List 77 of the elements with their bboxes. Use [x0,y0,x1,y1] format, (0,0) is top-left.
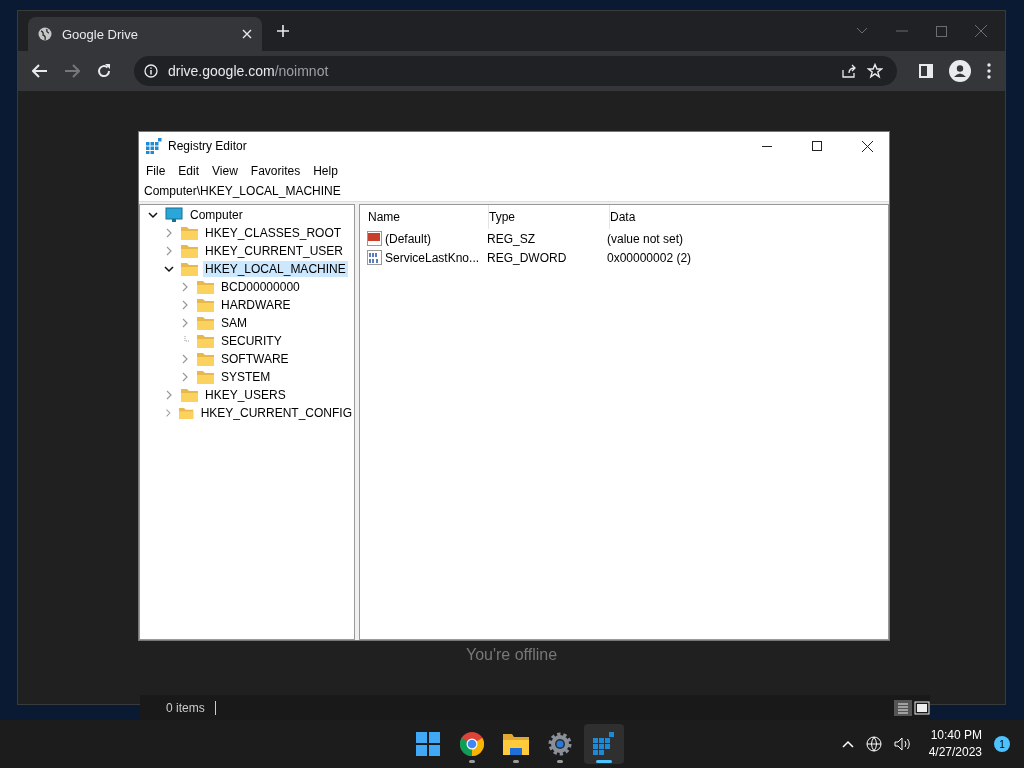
clock-time[interactable]: 10:40 PM [930,727,982,744]
tab-title: Google Drive [62,26,139,42]
menu-item[interactable]: View [212,164,238,178]
taskbar-app[interactable] [583,724,624,764]
forward-icon[interactable] [64,64,80,78]
folder-icon [181,244,198,258]
menu-item[interactable]: Edit [178,164,200,178]
status-text: 0 items [166,700,216,715]
value-data: 0x00000002 (2) [607,250,693,265]
new-tab-icon[interactable] [276,24,290,38]
folder-icon [502,733,529,755]
tree-item[interactable]: SAM [219,315,249,331]
tree-item[interactable]: SECURITY [219,333,284,349]
menu-item[interactable]: Favorites [250,164,301,178]
close-icon[interactable] [862,140,873,152]
notification-badge[interactable]: 1 [994,736,1010,752]
menu-item[interactable]: Help [313,164,338,178]
folder-icon [181,226,198,240]
side-panel-icon[interactable] [919,64,933,78]
expander-icon[interactable] [148,210,158,220]
folder-icon [181,388,198,402]
profile-icon[interactable] [949,60,971,82]
registry-icon [592,732,615,756]
column-header[interactable]: Name [367,205,489,229]
share-icon[interactable] [841,64,857,78]
tree-item[interactable]: SYSTEM [219,369,273,385]
network-icon[interactable] [865,736,882,752]
tree-item[interactable]: Computer [188,207,245,223]
back-icon[interactable] [32,64,48,78]
offline-message: You're offline [465,646,558,664]
value-data: (value not set) [607,231,685,246]
expander-icon[interactable] [164,264,174,274]
star-icon[interactable] [867,63,883,79]
folder-icon [197,316,214,330]
tree-item[interactable]: HKEY_CURRENT_USER [203,243,346,259]
chevron-up-icon[interactable] [841,740,854,748]
tree-item[interactable]: BCD00000000 [219,279,302,295]
column-header[interactable]: Data [610,205,810,229]
tree-item[interactable]: SOFTWARE [219,351,291,367]
tree-item[interactable]: HKEY_CURRENT_CONFIG [198,405,354,421]
tree-item[interactable]: HARDWARE [219,297,293,313]
minimize-icon[interactable] [762,145,772,147]
menu-item[interactable]: File [146,164,166,178]
folder-icon [181,262,198,276]
value-type: REG_SZ [487,231,536,246]
column-header[interactable]: Type [489,205,610,229]
globe-icon [38,27,52,41]
dropdown-icon[interactable] [856,27,868,35]
browser-tab[interactable]: Google Drive [28,17,262,51]
tiles-view-icon[interactable] [914,700,930,715]
window-title: Registry Editor [168,139,247,153]
tree-item[interactable]: HKEY_CLASSES_ROOT [203,225,344,241]
details-view-icon[interactable] [894,699,912,716]
value-type: REG_DWORD [487,250,568,265]
address-bar[interactable]: drive.google.com/noimnot [134,56,897,86]
gear-icon [547,732,572,756]
menu-icon[interactable] [987,63,991,79]
url-text: drive.google.com/noimnot [168,63,329,79]
value-name[interactable]: ServiceLastKno... [385,250,480,265]
folder-icon [197,334,214,348]
tree-item[interactable]: HKEY_USERS [203,387,288,403]
info-icon[interactable] [144,64,158,78]
folder-icon [197,352,214,366]
speaker-icon[interactable] [893,737,911,751]
folder-icon [179,406,194,420]
reload-icon[interactable] [96,63,112,79]
windows-icon [415,732,440,756]
tree-item[interactable]: HKEY_LOCAL_MACHINE [203,261,348,277]
folder-icon [197,298,214,312]
clock-date[interactable]: 4/27/2023 [928,744,982,761]
value-name[interactable]: (Default) [385,231,431,246]
maximize-icon[interactable] [812,141,822,151]
browser-icon [459,732,484,756]
registry-icon [146,138,162,154]
folder-icon [197,280,214,294]
folder-icon [197,370,214,384]
computer-icon [165,207,183,223]
